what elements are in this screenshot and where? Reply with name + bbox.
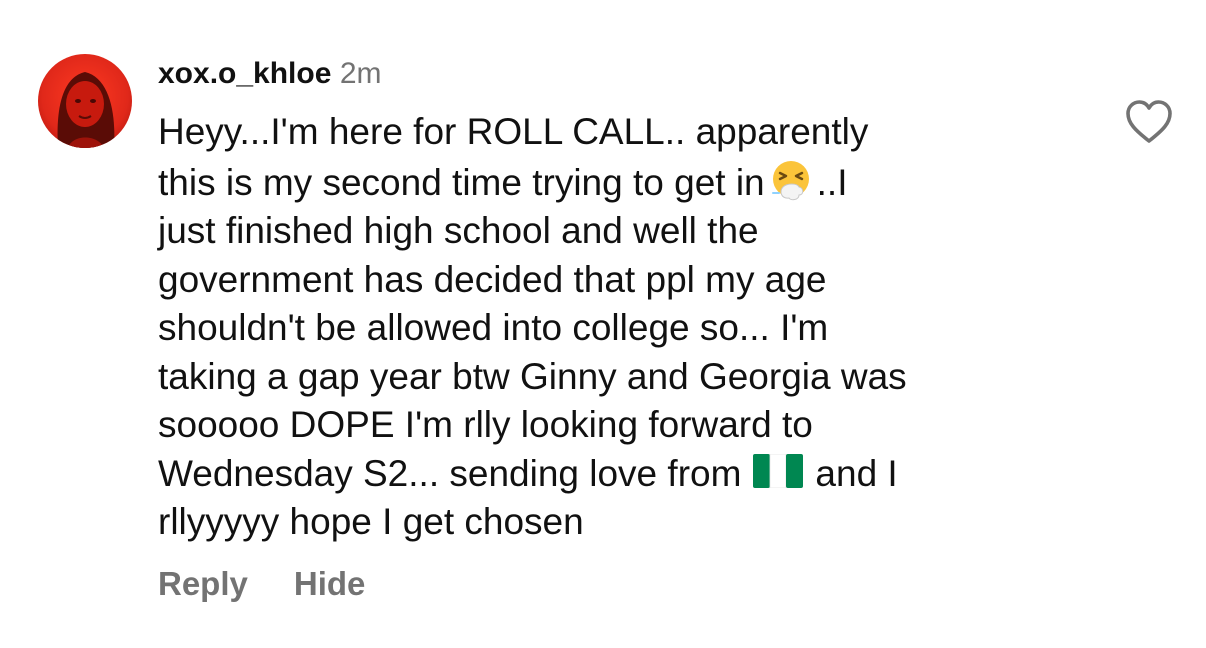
avatar-image — [38, 54, 132, 148]
comment-line: sooooo DOPE I'm rlly looking forward to — [158, 401, 1058, 450]
comment-line: rllyyyyy hope I get chosen — [158, 498, 1058, 547]
comment-text-segment: shouldn't be allowed into college so... … — [158, 307, 829, 348]
nigeria-flag-emoji-icon — [753, 453, 804, 488]
comment-header: xox.o_khloe 2m — [158, 52, 382, 101]
comment-text-segment: taking a gap year btw Ginny and Georgia … — [158, 355, 907, 397]
hide-button[interactable]: Hide — [294, 565, 366, 602]
reply-button[interactable]: Reply — [158, 565, 248, 602]
avatar[interactable] — [38, 54, 132, 148]
comment-line: taking a gap year btw Ginny and Georgia … — [158, 353, 1058, 402]
comment-line: this is my second time trying to get in … — [158, 157, 1058, 208]
comment-line: shouldn't be allowed into college so... … — [158, 304, 1058, 353]
comment-text: Heyy...I'm here for ROLL CALL.. apparent… — [158, 108, 1058, 547]
username[interactable]: xox.o_khloe — [158, 57, 331, 90]
comment-text-segment: just finished high school and well the — [158, 210, 759, 251]
comment-line: just finished high school and well the — [158, 207, 1058, 256]
comment-text-segment: government has decided that ppl my age — [158, 258, 827, 300]
timestamp: 2m — [339, 57, 382, 90]
comment-text-segment: Wednesday S2... sending love from — [158, 452, 742, 494]
comment-text-segment: and I — [815, 452, 898, 494]
comment-text-segment: rllyyyyy hope I get chosen — [158, 501, 584, 542]
sneezing-face-emoji-icon — [769, 157, 813, 201]
comment-text-segment: sooooo DOPE I'm rlly looking forward to — [158, 404, 813, 445]
comment-text-segment: ..I — [816, 161, 848, 203]
comment-text-segment: this is my second time trying to get in — [158, 161, 765, 203]
comment-line: government has decided that ppl my age — [158, 256, 1058, 305]
comment: xox.o_khloe 2m Heyy...I'm here for ROLL … — [0, 0, 1206, 648]
like-button[interactable] — [1125, 99, 1173, 145]
comment-line: Heyy...I'm here for ROLL CALL.. apparent… — [158, 108, 1058, 157]
comment-text-segment: Heyy...I'm here for ROLL CALL.. apparent… — [158, 111, 869, 152]
comment-line: Wednesday S2... sending love from and I — [158, 450, 1058, 499]
comment-actions: Reply Hide — [158, 562, 365, 613]
heart-outline-icon — [1126, 100, 1172, 143]
